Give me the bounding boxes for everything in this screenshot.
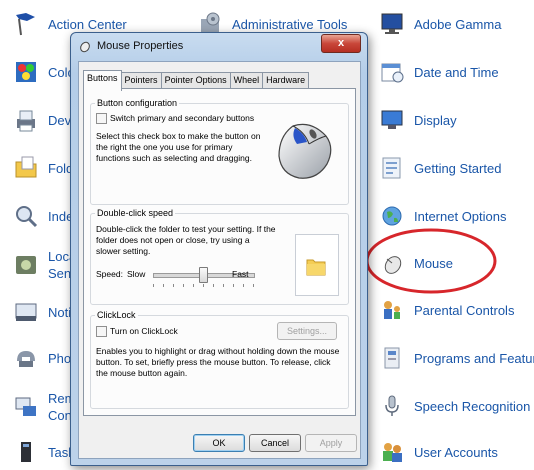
cp-label-internet-options: Internet Options (414, 208, 507, 224)
dialog-title: Mouse Properties (97, 40, 184, 52)
speed-slider-tick (173, 284, 174, 287)
cancel-button[interactable]: Cancel (249, 434, 301, 452)
button-configuration-heading: Button configuration (95, 98, 180, 108)
flag-icon (12, 10, 40, 38)
speed-slider-tick (163, 284, 164, 287)
clicklock-description: Enables you to highlight or drag without… (96, 346, 340, 378)
clicklock-checkbox[interactable] (96, 326, 107, 337)
highlight-ellipse (365, 228, 497, 294)
apply-button[interactable]: Apply (305, 434, 357, 452)
buttons-tab-page: Button configuration Switch primary and … (83, 88, 356, 416)
monitor-icon (378, 10, 406, 38)
speed-slider-tick (253, 284, 254, 287)
cp-label-parental-controls: Parental Controls (414, 302, 515, 318)
cp-label-date-time: Date and Time (414, 64, 499, 80)
mouse-illustration-icon (271, 118, 341, 193)
double-click-heading: Double-click speed (95, 208, 176, 218)
cp-item-date-time[interactable]: Date and Time (378, 56, 499, 88)
phone-icon (12, 344, 40, 372)
cp-item-folder-options[interactable]: Fold (12, 152, 73, 184)
cp-item-user-accounts[interactable]: User Accounts (378, 436, 498, 468)
double-click-speed-group: Double-click speed Double-click the fold… (90, 208, 349, 305)
getting-started-icon (378, 154, 406, 182)
users-icon (378, 438, 406, 466)
printer-icon (12, 106, 40, 134)
speed-slider-thumb[interactable] (199, 267, 208, 283)
cp-label-adobe-gamma: Adobe Gamma (414, 16, 502, 32)
close-button[interactable]: x (321, 34, 361, 53)
ok-button[interactable]: OK (193, 434, 245, 452)
speed-slider-tick (203, 284, 204, 287)
indexing-icon (12, 202, 40, 230)
cp-label-action-center: Action Center (48, 16, 127, 32)
cp-item-parental-controls[interactable]: Parental Controls (378, 294, 514, 326)
cp-label-speech-recognition: Speech Recognition (414, 398, 531, 414)
speed-slider-tick (183, 284, 184, 287)
button-config-description: Select this check box to make the button… (96, 131, 261, 163)
clicklock-heading: ClickLock (95, 310, 138, 320)
cp-label-notification: Noti (48, 304, 72, 320)
cp-item-taskbar[interactable]: Task (12, 436, 75, 468)
speed-slider-tick (233, 284, 234, 287)
dialog-titlebar[interactable]: Mouse Properties x (71, 33, 367, 59)
speed-slider-tick (243, 284, 244, 287)
dialog-client-area: Buttons Pointers Pointer Options Wheel H… (78, 61, 361, 459)
cp-item-location-sensors[interactable]: Loca Sens (12, 246, 78, 284)
parental-controls-icon (378, 296, 406, 324)
cp-item-speech-recognition[interactable]: Speech Recognition (378, 390, 530, 422)
cp-label-administrative-tools: Administrative Tools (232, 16, 348, 32)
slow-label: Slow (127, 269, 146, 279)
cp-label-user-accounts: User Accounts (414, 444, 498, 460)
speed-label: Speed: (96, 269, 123, 279)
tab-buttons[interactable]: Buttons (83, 70, 122, 91)
cp-item-indexing[interactable]: Inde (12, 200, 73, 232)
folder-icon (12, 154, 40, 182)
cp-label-display: Display (414, 112, 457, 128)
sensor-icon (12, 251, 40, 279)
cp-item-getting-started[interactable]: Getting Started (378, 152, 501, 184)
cp-item-notification[interactable]: Noti (12, 296, 71, 328)
cp-item-remote[interactable]: Rem Con (12, 388, 75, 426)
speed-slider-tick (153, 284, 154, 287)
test-folder-icon (305, 255, 327, 282)
test-folder-box[interactable] (295, 234, 339, 296)
cp-item-color[interactable]: Colo (12, 56, 75, 88)
tab-strip: Buttons Pointers Pointer Options Wheel H… (83, 70, 310, 91)
remote-icon (12, 393, 40, 421)
cp-label-remote-line2: Con (48, 408, 72, 423)
double-click-description: Double-click the folder to test your set… (96, 224, 276, 256)
cp-item-programs-features[interactable]: Programs and Features (378, 342, 534, 374)
mouse-properties-dialog: Mouse Properties x Buttons Pointers Poin… (70, 32, 368, 466)
cp-item-phone[interactable]: Phon (12, 342, 78, 374)
programs-icon (378, 344, 406, 372)
display-icon (378, 106, 406, 134)
switch-buttons-checkbox[interactable] (96, 113, 107, 124)
cp-label-programs-features: Programs and Features (414, 350, 534, 366)
cp-item-adobe-gamma[interactable]: Adobe Gamma (378, 8, 501, 40)
color-icon (12, 58, 40, 86)
clicklock-group: ClickLock Turn on ClickLock Settings... … (90, 310, 349, 409)
speed-slider-tick (223, 284, 224, 287)
button-configuration-group: Button configuration Switch primary and … (90, 98, 349, 205)
cp-item-display[interactable]: Display (378, 104, 457, 136)
taskbar-icon (12, 438, 40, 466)
speed-slider-tick (193, 284, 194, 287)
microphone-icon (378, 392, 406, 420)
clicklock-label[interactable]: Turn on ClickLock (110, 326, 178, 337)
cp-item-devices[interactable]: Devi (12, 104, 74, 136)
mouse-title-icon (78, 39, 92, 53)
cp-label-getting-started: Getting Started (414, 160, 502, 176)
speed-slider-tick (213, 284, 214, 287)
fast-label: Fast (232, 269, 249, 279)
notification-icon (12, 298, 40, 326)
clicklock-settings-button[interactable]: Settings... (277, 322, 337, 340)
calendar-icon (378, 58, 406, 86)
switch-buttons-label[interactable]: Switch primary and secondary buttons (110, 113, 270, 124)
